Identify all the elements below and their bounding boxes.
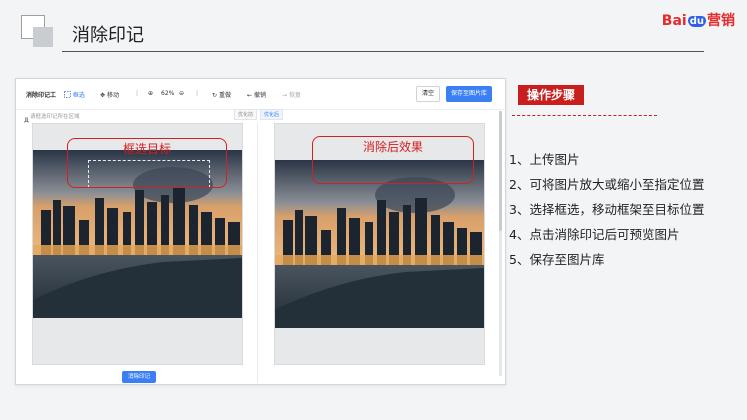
toolbar-separator-2: | [196, 90, 199, 97]
redo-label: 恢复 [288, 92, 301, 99]
callout-after-effect: 消除后效果 [312, 136, 474, 184]
toolbar: 消除印记工 框选 ✥ 移动 | ⊕ 62% ⊖ | ↻ 重做 ← 撤销 → 恢复… [16, 79, 505, 110]
step-item: 3、选择框选，移动框架至目标位置 [509, 202, 705, 217]
select-tool-label: 框选 [72, 92, 85, 99]
tab-before[interactable]: 优化前 [234, 109, 258, 120]
city-skyline-image-result [275, 160, 484, 328]
redo-icon: → [282, 92, 288, 99]
move-icon: ✥ [100, 92, 106, 99]
step-item: 1、上传图片 [509, 152, 580, 167]
zoom-value: 62% [161, 90, 175, 97]
pane-divider [257, 123, 258, 383]
select-tool[interactable]: 框选 [64, 90, 85, 99]
callout-select-target-label: 框选目标 [122, 142, 171, 156]
reset-label: 重做 [218, 92, 231, 99]
undo-label: 撤销 [253, 92, 266, 99]
reset-button[interactable]: ↻ 重做 [212, 90, 231, 99]
step-item: 5、保存至图片库 [509, 252, 605, 267]
redo-button[interactable]: → 恢复 [282, 90, 301, 99]
logo-brand: 营销 [707, 13, 735, 29]
zoom-in-button[interactable]: ⊕ [148, 90, 153, 97]
move-tool-label: 移动 [106, 92, 119, 99]
move-tool[interactable]: ✥ 移动 [100, 90, 119, 99]
step-item: 2、可将图片放大或缩小至指定位置 [509, 177, 705, 192]
baidu-logo: Bai du 营销 [662, 10, 735, 30]
logo-paw: du [687, 16, 706, 27]
steps-title: 操作步骤 [518, 85, 584, 105]
toolbar-separator: | [136, 90, 139, 97]
zoom-out-button[interactable]: ⊖ [179, 90, 184, 97]
undo-icon: ← [247, 92, 253, 99]
undo-button[interactable]: ← 撤销 [247, 90, 266, 99]
scrollbar-thumb[interactable] [499, 111, 502, 231]
clear-button[interactable]: 清空 [416, 86, 440, 102]
logo-bai: Bai [661, 13, 687, 29]
header-divider [62, 51, 704, 52]
side-label: 具 [24, 118, 30, 124]
page-title: 消除印记 [72, 25, 144, 46]
erase-mark-button[interactable]: 消除印记 [122, 371, 156, 383]
tab-after[interactable]: 优化后 [260, 109, 284, 120]
select-frame-icon [64, 91, 71, 98]
steps-dashed-divider [512, 115, 657, 116]
reset-icon: ↻ [212, 92, 218, 99]
eraser-app-window: 消除印记工 框选 ✥ 移动 | ⊕ 62% ⊖ | ↻ 重做 ← 撤销 → 恢复… [15, 78, 506, 385]
header-deco-square-fill [33, 27, 53, 47]
callout-select-target: 框选目标 [67, 138, 227, 188]
step-item: 4、点击消除印记后可预览图片 [509, 227, 680, 242]
callout-after-effect-label: 消除后效果 [362, 140, 423, 154]
tool-name: 消除印记工 [26, 92, 57, 99]
save-to-library-button[interactable]: 保存至图片库 [446, 86, 492, 102]
select-hint: 请框选印记所在区域 [30, 114, 80, 120]
